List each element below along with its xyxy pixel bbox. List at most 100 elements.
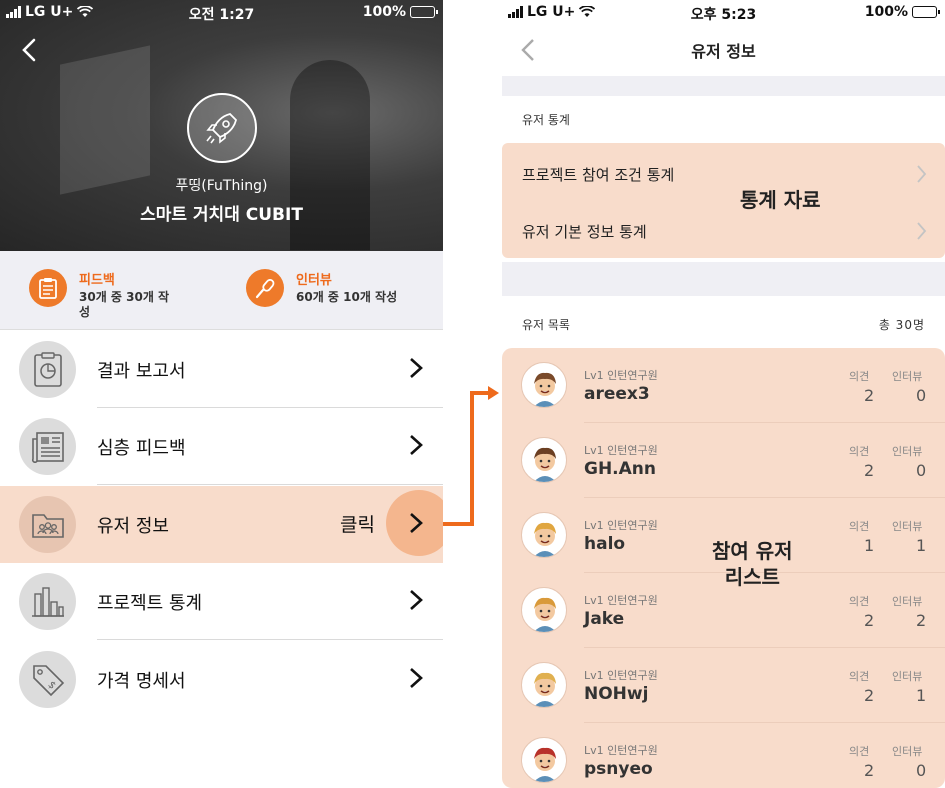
menu-item-result-report[interactable]: 결과 보고서 <box>0 331 443 408</box>
interview-count: 1 <box>916 686 927 705</box>
user-list-section-label: 유저 목록 <box>522 318 570 332</box>
user-name: NOHwj <box>584 684 649 704</box>
rocket-icon <box>206 113 237 144</box>
chevron-right-icon <box>410 668 423 688</box>
newspaper-icon <box>19 418 76 475</box>
bar-chart-icon <box>19 573 76 630</box>
chevron-right-icon <box>917 165 927 183</box>
menu-item-deep-feedback[interactable]: 심층 피드백 <box>0 408 443 485</box>
interview-header: 인터뷰 <box>892 445 923 458</box>
divider <box>97 484 443 485</box>
interview-desc: 60개 중 10개 작성 <box>296 290 398 304</box>
opinion-header: 의견 <box>849 520 870 533</box>
opinion-header: 의견 <box>849 670 870 683</box>
divider <box>97 639 443 640</box>
avatar <box>521 737 567 783</box>
left-phone-screen: LG U+ 오전 1:27 100% 푸띵(FuThing) 스마트 거치대 C… <box>0 0 443 788</box>
feedback-desc: 30개 중 30개 작성 <box>79 290 170 319</box>
annotation-line: 참여 유저 <box>712 539 793 563</box>
divider <box>584 647 945 648</box>
user-level: Lv1 인턴연구원 <box>584 519 658 532</box>
chevron-right-icon <box>410 513 423 533</box>
avatar <box>521 362 567 408</box>
right-phone-screen: LG U+ 오후 5:23 100% 유저 정보 유저 통계 프로젝트 참여 조… <box>502 0 945 788</box>
user-list-item[interactable]: Lv1 인턴연구원 GH.Ann 의견 인터뷰 2 0 <box>502 423 945 498</box>
interview-stat[interactable]: 인터뷰 60개 중 10개 작성 <box>246 269 397 307</box>
chevron-right-icon <box>410 590 423 610</box>
status-bar: LG U+ 오후 5:23 100% <box>502 0 945 24</box>
opinion-count: 2 <box>864 761 875 780</box>
menu-item-project-stats[interactable]: 프로젝트 통계 <box>0 563 443 640</box>
interview-count: 0 <box>916 761 927 780</box>
interview-header: 인터뷰 <box>892 520 923 533</box>
project-logo <box>187 93 257 163</box>
divider <box>584 422 945 423</box>
interview-count: 0 <box>916 461 927 480</box>
feedback-stat[interactable]: 피드백 30개 중 30개 작성 <box>29 269 174 320</box>
feedback-title: 피드백 <box>79 273 115 288</box>
user-list: Lv1 인턴연구원 psnyeo 의견 인터뷰 2 0 Lv1 인턴연구원 NOHwj 의견 인터… <box>502 348 945 788</box>
avatar <box>521 587 567 633</box>
avatar <box>521 662 567 708</box>
price-tag-icon: $ <box>19 651 76 708</box>
menu-label: 결과 보고서 <box>97 361 186 382</box>
divider <box>584 497 945 498</box>
menu-item-user-info[interactable]: 유저 정보 클릭 <box>0 486 443 563</box>
hero-background-shape <box>60 45 150 195</box>
click-annotation: 클릭 <box>340 514 375 536</box>
avatar <box>521 437 567 483</box>
menu-label: 유저 정보 <box>97 516 169 537</box>
interview-count: 0 <box>916 386 927 405</box>
chevron-right-icon <box>917 222 927 240</box>
users-folder-icon <box>19 496 76 553</box>
interview-header: 인터뷰 <box>892 595 923 608</box>
report-icon <box>19 341 76 398</box>
menu-label: 가격 명세서 <box>97 671 186 692</box>
back-chevron-icon[interactable] <box>18 38 42 62</box>
battery-icon <box>912 6 940 18</box>
user-level: Lv1 인턴연구원 <box>584 594 658 607</box>
stat-row-label: 유저 기본 정보 통계 <box>522 223 647 241</box>
user-level: Lv1 인턴연구원 <box>584 444 658 457</box>
user-stats-section-label: 유저 통계 <box>522 113 570 127</box>
annotation-line: 리스트 <box>724 565 780 589</box>
battery-icon <box>410 6 438 18</box>
opinion-header: 의견 <box>849 595 870 608</box>
interview-count: 2 <box>916 611 927 630</box>
section-gap <box>502 76 945 96</box>
page-title: 유저 정보 <box>691 42 756 61</box>
user-count: 총 30명 <box>878 318 925 332</box>
user-list-item[interactable]: Lv1 인턴연구원 NOHwj 의견 인터뷰 2 1 <box>502 648 945 723</box>
menu-label: 프로젝트 통계 <box>97 593 203 614</box>
user-level: Lv1 인턴연구원 <box>584 744 658 757</box>
project-hero-banner: LG U+ 오전 1:27 100% 푸띵(FuThing) 스마트 거치대 C… <box>0 0 443 251</box>
user-list-item[interactable]: Lv1 인턴연구원 psnyeo 의견 인터뷰 2 0 <box>502 723 945 788</box>
status-bar: LG U+ 오전 1:27 100% <box>0 0 443 24</box>
user-name: GH.Ann <box>584 459 657 479</box>
opinion-count: 2 <box>864 686 875 705</box>
stat-row-participation[interactable]: 프로젝트 참여 조건 통계 <box>502 145 945 202</box>
battery-percent: 100% <box>362 4 406 20</box>
stats-annotation: 통계 자료 <box>740 188 821 212</box>
interview-header: 인터뷰 <box>892 370 923 383</box>
opinion-header: 의견 <box>849 445 870 458</box>
opinion-count: 2 <box>864 386 875 405</box>
divider <box>584 722 945 723</box>
user-name: psnyeo <box>584 759 653 779</box>
interview-header: 인터뷰 <box>892 670 923 683</box>
stat-row-basic-info[interactable]: 유저 기본 정보 통계 <box>502 202 945 259</box>
project-stats-bar: 피드백 30개 중 30개 작성 인터뷰 60개 중 10개 작성 <box>0 251 443 330</box>
interview-count: 1 <box>916 536 927 555</box>
user-list-item[interactable]: Lv1 인턴연구원 areex3 의견 인터뷰 2 0 <box>502 348 945 423</box>
navigation-bar: 유저 정보 <box>502 24 945 74</box>
interview-header: 인터뷰 <box>892 745 923 758</box>
clipboard-icon <box>29 269 67 307</box>
project-subtitle: 푸띵(FuThing) <box>175 178 268 194</box>
user-name: areex3 <box>584 384 650 404</box>
chevron-right-icon <box>410 435 423 455</box>
battery-percent: 100% <box>864 4 908 20</box>
interview-title: 인터뷰 <box>296 273 332 288</box>
menu-item-price-sheet[interactable]: $ 가격 명세서 <box>0 641 443 718</box>
user-level: Lv1 인턴연구원 <box>584 369 658 382</box>
user-name: Jake <box>584 609 625 629</box>
